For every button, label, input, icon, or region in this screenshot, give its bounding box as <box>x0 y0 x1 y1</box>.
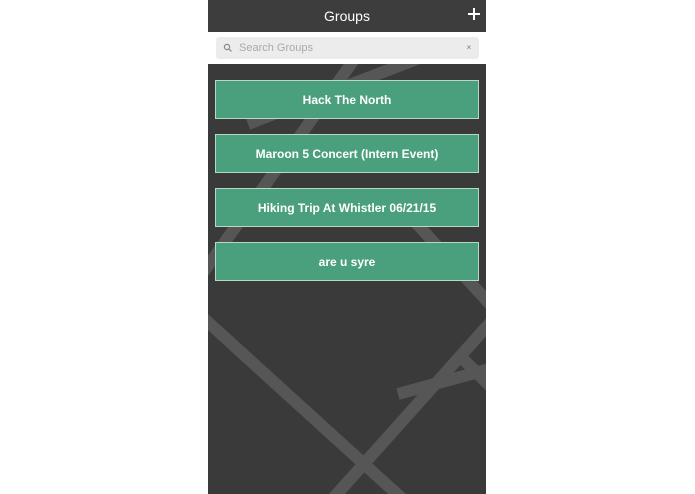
group-item[interactable]: Hack The North <box>215 80 479 119</box>
search-field[interactable]: × <box>216 37 479 59</box>
plus-icon <box>468 8 480 20</box>
add-group-button[interactable] <box>468 4 482 26</box>
group-item[interactable]: are u syre <box>215 242 479 281</box>
search-input[interactable] <box>239 37 459 59</box>
page-title: Groups <box>324 8 370 24</box>
search-bar: × <box>208 32 486 64</box>
navigation-bar: Groups <box>208 0 486 32</box>
search-icon <box>223 43 232 52</box>
clear-icon[interactable]: × <box>464 42 474 54</box>
groups-list-area: Hack The North Maroon 5 Concert (Intern … <box>208 64 486 494</box>
app-screen: Groups × <box>208 0 486 494</box>
group-item[interactable]: Hiking Trip At Whistler 06/21/15 <box>215 188 479 227</box>
group-item[interactable]: Maroon 5 Concert (Intern Event) <box>215 134 479 173</box>
